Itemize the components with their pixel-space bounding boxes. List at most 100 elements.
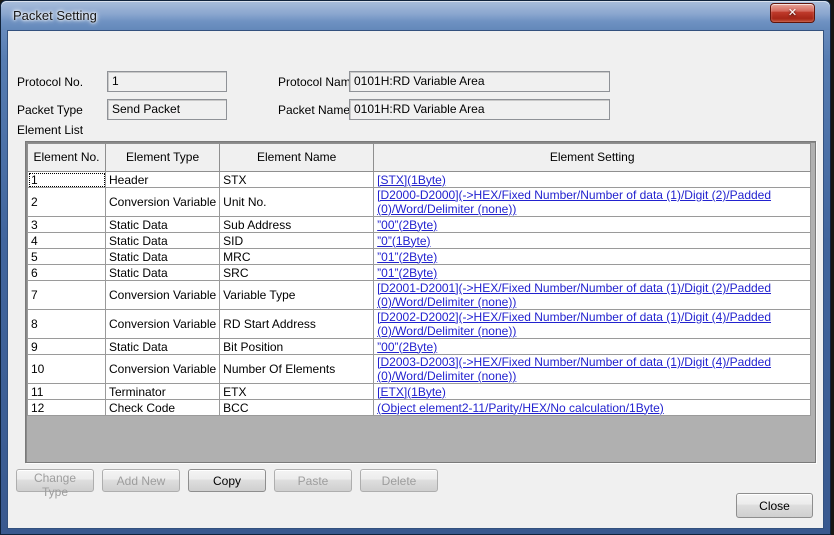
element-type-cell[interactable]: Terminator: [106, 384, 220, 400]
table-row[interactable]: 10Conversion VariableNumber Of Elements[…: [28, 355, 811, 384]
table-row[interactable]: 7Conversion VariableVariable Type[D2001-…: [28, 281, 811, 310]
element-setting-link[interactable]: ”0”(1Byte): [377, 234, 430, 248]
element-no-cell[interactable]: 9: [28, 339, 106, 355]
element-setting-cell: [D2003-D2003](->HEX/Fixed Number/Number …: [374, 355, 811, 384]
table-row[interactable]: 8Conversion VariableRD Start Address[D20…: [28, 310, 811, 339]
element-setting-link[interactable]: ”01”(2Byte): [377, 250, 437, 264]
element-setting-cell: [D2002-D2002](->HEX/Fixed Number/Number …: [374, 310, 811, 339]
element-setting-cell: [D2000-D2000](->HEX/Fixed Number/Number …: [374, 188, 811, 217]
packet-name-field[interactable]: 0101H:RD Variable Area: [349, 99, 610, 120]
table-row[interactable]: 1HeaderSTX[STX](1Byte): [28, 172, 811, 188]
table-row[interactable]: 2Conversion VariableUnit No.[D2000-D2000…: [28, 188, 811, 217]
element-name-cell[interactable]: Variable Type: [220, 281, 374, 310]
element-setting-cell: ”00”(2Byte): [374, 217, 811, 233]
table-row[interactable]: 12Check CodeBCC(Object element2-11/Parit…: [28, 400, 811, 416]
element-no-cell[interactable]: 5: [28, 249, 106, 265]
element-setting-cell: ”0”(1Byte): [374, 233, 811, 249]
column-header: Element Type: [106, 144, 220, 172]
element-name-cell[interactable]: Sub Address: [220, 217, 374, 233]
element-type-cell[interactable]: Header: [106, 172, 220, 188]
element-type-cell[interactable]: Static Data: [106, 265, 220, 281]
paste-button[interactable]: Paste: [274, 469, 352, 492]
element-no-cell[interactable]: 7: [28, 281, 106, 310]
element-no-cell[interactable]: 2: [28, 188, 106, 217]
packet-type-field[interactable]: Send Packet: [107, 99, 227, 120]
element-no-cell[interactable]: 11: [28, 384, 106, 400]
element-list-table-container: Element No.Element TypeElement NameEleme…: [25, 141, 816, 463]
copy-button[interactable]: Copy: [188, 469, 266, 492]
element-name-cell[interactable]: ETX: [220, 384, 374, 400]
element-setting-cell: (Object element2-11/Parity/HEX/No calcul…: [374, 400, 811, 416]
element-setting-link[interactable]: [D2000-D2000](->HEX/Fixed Number/Number …: [377, 188, 771, 216]
element-table-body: 1HeaderSTX[STX](1Byte)2Conversion Variab…: [28, 172, 811, 416]
column-header: Element Name: [220, 144, 374, 172]
element-type-cell[interactable]: Conversion Variable: [106, 281, 220, 310]
dialog-client-area: Protocol No. 1 Protocol Name 0101H:RD Va…: [7, 30, 824, 529]
element-name-cell[interactable]: Bit Position: [220, 339, 374, 355]
element-setting-link[interactable]: ”01”(2Byte): [377, 266, 437, 280]
element-setting-cell: ”00”(2Byte): [374, 339, 811, 355]
element-name-cell[interactable]: SID: [220, 233, 374, 249]
element-name-cell[interactable]: Unit No.: [220, 188, 374, 217]
element-setting-cell: ”01”(2Byte): [374, 265, 811, 281]
element-setting-cell: [STX](1Byte): [374, 172, 811, 188]
element-type-cell[interactable]: Static Data: [106, 233, 220, 249]
titlebar[interactable]: Packet Setting ✕: [1, 1, 830, 30]
element-no-cell[interactable]: 3: [28, 217, 106, 233]
table-row[interactable]: 9Static DataBit Position”00”(2Byte): [28, 339, 811, 355]
element-setting-cell: [ETX](1Byte): [374, 384, 811, 400]
column-header: Element No.: [28, 144, 106, 172]
element-type-cell[interactable]: Conversion Variable: [106, 355, 220, 384]
element-no-cell[interactable]: 10: [28, 355, 106, 384]
element-setting-link[interactable]: ”00”(2Byte): [377, 340, 437, 354]
table-row[interactable]: 4Static DataSID”0”(1Byte): [28, 233, 811, 249]
change-type-button[interactable]: Change Type: [16, 469, 94, 492]
add-new-button[interactable]: Add New: [102, 469, 180, 492]
element-setting-link[interactable]: [ETX](1Byte): [377, 385, 446, 399]
packet-name-label: Packet Name: [278, 103, 350, 117]
element-list-table: Element No.Element TypeElement NameEleme…: [27, 143, 811, 416]
element-setting-cell: ”01”(2Byte): [374, 249, 811, 265]
column-header: Element Setting: [374, 144, 811, 172]
packet-setting-dialog: Packet Setting ✕ Protocol No. 1 Protocol…: [0, 0, 831, 535]
element-name-cell[interactable]: RD Start Address: [220, 310, 374, 339]
element-name-cell[interactable]: MRC: [220, 249, 374, 265]
element-setting-link[interactable]: [D2002-D2002](->HEX/Fixed Number/Number …: [377, 310, 771, 338]
element-no-cell[interactable]: 8: [28, 310, 106, 339]
element-name-cell[interactable]: STX: [220, 172, 374, 188]
element-list-label: Element List: [17, 123, 83, 137]
element-setting-link[interactable]: ”00”(2Byte): [377, 218, 437, 232]
table-row[interactable]: 3Static DataSub Address”00”(2Byte): [28, 217, 811, 233]
protocol-name-field[interactable]: 0101H:RD Variable Area: [349, 71, 610, 92]
element-no-cell[interactable]: 1: [28, 172, 106, 188]
table-header-row: Element No.Element TypeElement NameEleme…: [28, 144, 811, 172]
element-name-cell[interactable]: BCC: [220, 400, 374, 416]
element-type-cell[interactable]: Static Data: [106, 339, 220, 355]
element-no-cell[interactable]: 4: [28, 233, 106, 249]
table-row[interactable]: 6Static DataSRC”01”(2Byte): [28, 265, 811, 281]
protocol-no-field[interactable]: 1: [107, 71, 227, 92]
table-row[interactable]: 11TerminatorETX[ETX](1Byte): [28, 384, 811, 400]
window-close-button[interactable]: ✕: [770, 3, 815, 23]
element-setting-link[interactable]: [STX](1Byte): [377, 173, 446, 187]
element-setting-link[interactable]: (Object element2-11/Parity/HEX/No calcul…: [377, 401, 664, 415]
element-type-cell[interactable]: Static Data: [106, 217, 220, 233]
protocol-name-label: Protocol Name: [278, 75, 357, 89]
element-type-cell[interactable]: Conversion Variable: [106, 188, 220, 217]
table-row[interactable]: 5Static DataMRC”01”(2Byte): [28, 249, 811, 265]
element-type-cell[interactable]: Check Code: [106, 400, 220, 416]
close-button[interactable]: Close: [736, 493, 813, 518]
element-no-cell[interactable]: 6: [28, 265, 106, 281]
close-icon: ✕: [788, 8, 797, 19]
delete-button[interactable]: Delete: [360, 469, 438, 492]
window-title: Packet Setting: [13, 8, 97, 23]
element-type-cell[interactable]: Static Data: [106, 249, 220, 265]
element-name-cell[interactable]: Number Of Elements: [220, 355, 374, 384]
protocol-no-label: Protocol No.: [17, 75, 83, 89]
packet-type-label: Packet Type: [17, 103, 83, 117]
element-no-cell[interactable]: 12: [28, 400, 106, 416]
element-setting-link[interactable]: [D2001-D2001](->HEX/Fixed Number/Number …: [377, 281, 771, 309]
element-setting-link[interactable]: [D2003-D2003](->HEX/Fixed Number/Number …: [377, 355, 771, 383]
element-name-cell[interactable]: SRC: [220, 265, 374, 281]
element-type-cell[interactable]: Conversion Variable: [106, 310, 220, 339]
